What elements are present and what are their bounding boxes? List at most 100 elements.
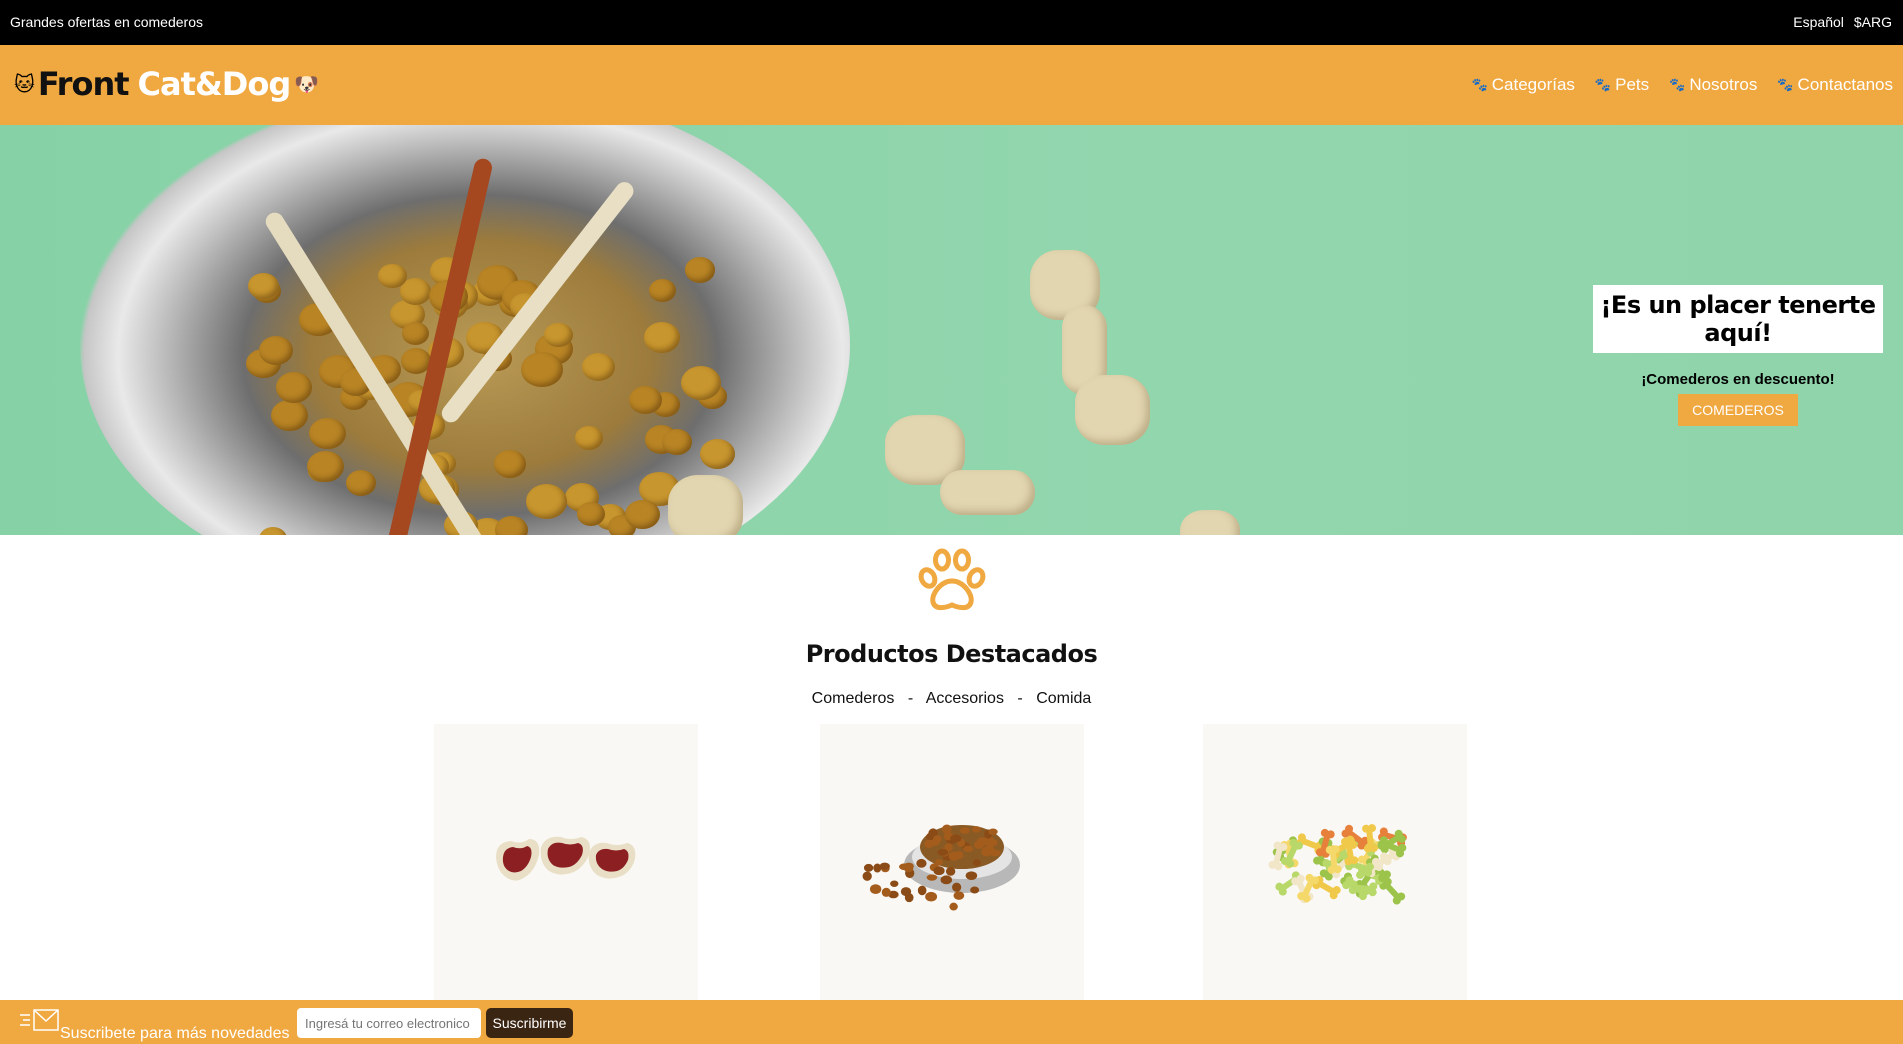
brand-word-catdog: Cat&Dog xyxy=(137,65,292,103)
kibble-piece xyxy=(493,449,527,478)
kibble-piece xyxy=(926,874,938,881)
kibble-piece xyxy=(941,824,952,834)
kibble-piece xyxy=(952,882,962,892)
kibble-piece xyxy=(899,863,910,871)
nav-item-contactanos[interactable]: 🐾 Contactanos xyxy=(1777,75,1893,95)
kibble-piece xyxy=(988,849,1001,857)
top-bar-options: Español $ARG xyxy=(1793,14,1892,30)
knot-bone-image xyxy=(1180,510,1240,535)
featured-title: Productos Destacados xyxy=(805,640,1098,668)
kibble-piece xyxy=(526,484,567,519)
nav-item-label: Contactanos xyxy=(1797,75,1893,94)
kibble-piece xyxy=(940,875,953,885)
kibble-piece xyxy=(949,902,958,911)
kibble-piece xyxy=(521,351,563,387)
kibble-piece xyxy=(937,848,949,856)
kibble-piece xyxy=(976,837,988,847)
filter-comederos[interactable]: Comederos xyxy=(812,690,895,707)
kibble-piece xyxy=(575,425,604,450)
kibble-piece xyxy=(544,322,573,348)
kibble-piece xyxy=(275,371,312,403)
top-bar: Grandes ofertas en comederos Español $AR… xyxy=(0,0,1903,45)
paw-icon: 🐾 xyxy=(1594,77,1612,92)
kibble-piece xyxy=(577,501,606,526)
kibble-piece xyxy=(700,439,735,469)
kibble-piece xyxy=(963,845,974,853)
kibble-piece xyxy=(890,880,899,887)
filter-accesorios[interactable]: Accesorios xyxy=(926,690,1004,707)
promo-text: Grandes ofertas en comederos xyxy=(10,14,203,30)
comederos-button[interactable]: COMEDEROS xyxy=(1678,394,1798,426)
kibble-piece xyxy=(259,336,294,365)
kibble-piece xyxy=(629,385,663,414)
kibble-piece xyxy=(247,272,280,300)
hero-food-bowl-image xyxy=(80,125,850,535)
paw-icon: 🐾 xyxy=(1471,77,1488,92)
kibble-piece xyxy=(959,827,970,834)
nav-item-nosotros[interactable]: 🐾 Nosotros xyxy=(1669,75,1757,95)
brand-logo[interactable]: 🐱 Front Cat&Dog 🐶 xyxy=(10,65,322,103)
currency-selector[interactable]: $ARG xyxy=(1854,14,1892,30)
kibble-piece xyxy=(684,257,715,283)
filter-separator: - xyxy=(1017,690,1023,707)
kibble-piece xyxy=(863,863,874,872)
nav-menu: 🐾 Categorías 🐾 Pets 🐾 Nosotros 🐾 Contact… xyxy=(1472,75,1893,95)
subscribe-bar: Suscribete para más novedades Suscribirm… xyxy=(0,1000,1903,1044)
paw-icon xyxy=(918,548,986,611)
nav-item-pets[interactable]: 🐾 Pets xyxy=(1595,75,1649,95)
bone-cookie xyxy=(1268,841,1288,871)
kibble-piece xyxy=(862,871,872,881)
mail-send-icon xyxy=(20,1009,59,1031)
subscribe-button[interactable]: Suscribirme xyxy=(486,1008,573,1038)
product-card[interactable] xyxy=(434,724,698,1000)
language-selector[interactable]: Español xyxy=(1793,14,1844,30)
kibble-piece xyxy=(402,321,430,345)
hero-title: ¡Es un placer tenerte aquí! xyxy=(1593,285,1883,353)
product-card[interactable] xyxy=(820,724,1084,1000)
knot-bone-image xyxy=(668,475,743,535)
product-card[interactable] xyxy=(1203,724,1467,1000)
nav-item-label: Pets xyxy=(1615,75,1650,94)
email-field[interactable] xyxy=(297,1008,481,1038)
kibble-piece xyxy=(309,417,346,449)
kibble-piece xyxy=(900,887,912,897)
kibble-piece xyxy=(881,887,891,897)
nav-item-label: Categorías xyxy=(1491,75,1575,94)
hero-subtitle: ¡Comederos en descuento! xyxy=(1641,371,1835,388)
nav-item-categorias[interactable]: 🐾 Categorías xyxy=(1472,75,1575,95)
hero-banner: ¡Es un placer tenerte aquí! ¡Comederos e… xyxy=(0,125,1903,535)
kibble-piece xyxy=(680,365,721,401)
kibble-piece xyxy=(924,839,934,849)
kibble-piece xyxy=(972,859,981,867)
brand-word-front: Front xyxy=(37,65,130,103)
kibble-piece xyxy=(953,891,965,900)
dog-face-icon: 🐶 xyxy=(294,72,319,96)
knot-bone-image xyxy=(940,470,1035,515)
kibble-piece xyxy=(972,826,981,833)
kibble-piece xyxy=(869,884,882,895)
kibble-piece xyxy=(950,834,962,843)
kibble-piece xyxy=(643,321,681,353)
cat-face-icon: 🐱 xyxy=(14,72,35,96)
kibble-piece xyxy=(970,886,980,894)
kibble-piece xyxy=(917,885,927,896)
featured-filters: Comederos - Accesorios - Comida xyxy=(0,690,1903,708)
kibble-piece xyxy=(625,499,661,529)
paw-icon: 🐾 xyxy=(1777,77,1794,92)
nav-item-label: Nosotros xyxy=(1689,75,1758,94)
subscribe-text: Suscribete para más novedades xyxy=(60,1025,290,1042)
kibble-piece xyxy=(933,866,945,876)
knot-bone-image xyxy=(1075,375,1150,445)
kibble-piece xyxy=(270,399,308,431)
kibble-piece xyxy=(988,828,998,835)
filter-separator: - xyxy=(907,690,914,707)
kibble-piece xyxy=(948,851,960,861)
meat-snack-image xyxy=(496,836,636,881)
main-nav: 🐱 Front Cat&Dog 🐶 🐾 Categorías 🐾 Pets 🐾 … xyxy=(0,45,1903,125)
filter-comida[interactable]: Comida xyxy=(1036,690,1091,707)
kibble-piece xyxy=(965,871,978,880)
kibble-bowl-image xyxy=(862,824,1020,911)
kibble-piece xyxy=(916,858,927,868)
hero-text-block: ¡Es un placer tenerte aquí! ¡Comederos e… xyxy=(1593,285,1883,426)
bone-cookies-image xyxy=(1268,824,1407,905)
